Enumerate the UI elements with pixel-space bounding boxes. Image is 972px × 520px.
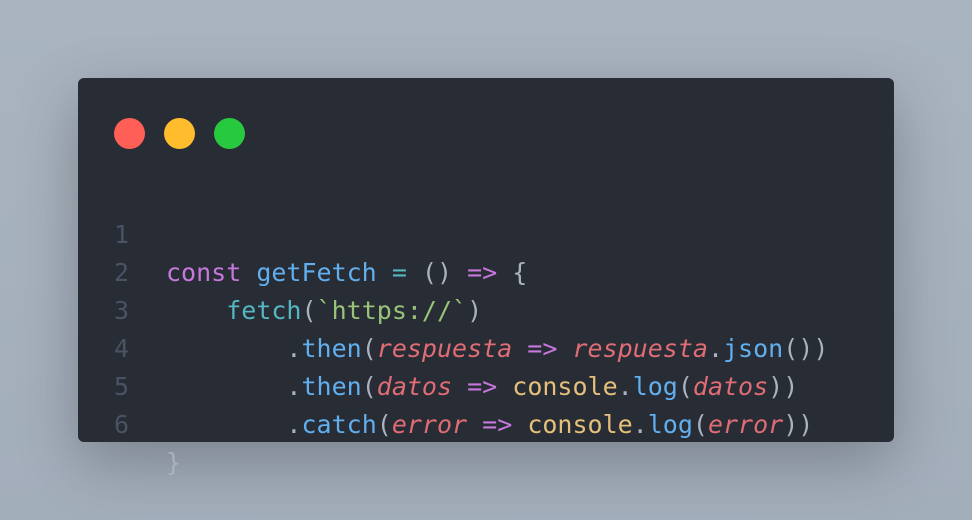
code-block: 1 const getFetch = () => { 2 fetch(`http… xyxy=(78,178,894,477)
code-line: 1 const getFetch = () => { xyxy=(78,178,894,287)
line-number: 6 xyxy=(114,410,130,439)
code-window: 1 const getFetch = () => { 2 fetch(`http… xyxy=(78,78,894,477)
close-window-icon[interactable] xyxy=(114,118,145,149)
close-parens: )) xyxy=(783,410,814,439)
code-text: } xyxy=(166,444,181,482)
code-line: 5 .catch(error => console.log(error)) xyxy=(78,330,894,439)
dot: . xyxy=(632,410,648,439)
maximize-window-icon[interactable] xyxy=(214,118,245,149)
minimize-window-icon[interactable] xyxy=(164,118,195,149)
code-line: 2 fetch(`https://`) xyxy=(78,216,894,325)
log-method: log xyxy=(647,410,693,439)
param-error: error xyxy=(391,410,468,439)
code-line: 3 .then(respuesta => respuesta.json()) xyxy=(78,254,894,363)
console-object: console xyxy=(527,410,633,439)
code-line: 6 } xyxy=(78,368,894,477)
open-paren: ( xyxy=(376,410,392,439)
catch-method: catch xyxy=(301,410,377,439)
code-line: 4 .then(datos => console.log(datos)) xyxy=(78,292,894,401)
code-text: .catch(error => console.log(error)) xyxy=(166,406,813,444)
param-error: error xyxy=(707,410,784,439)
dot: . xyxy=(286,410,302,439)
open-paren: ( xyxy=(692,410,708,439)
close-brace: } xyxy=(166,448,182,477)
arrow-operator: => xyxy=(482,410,513,439)
